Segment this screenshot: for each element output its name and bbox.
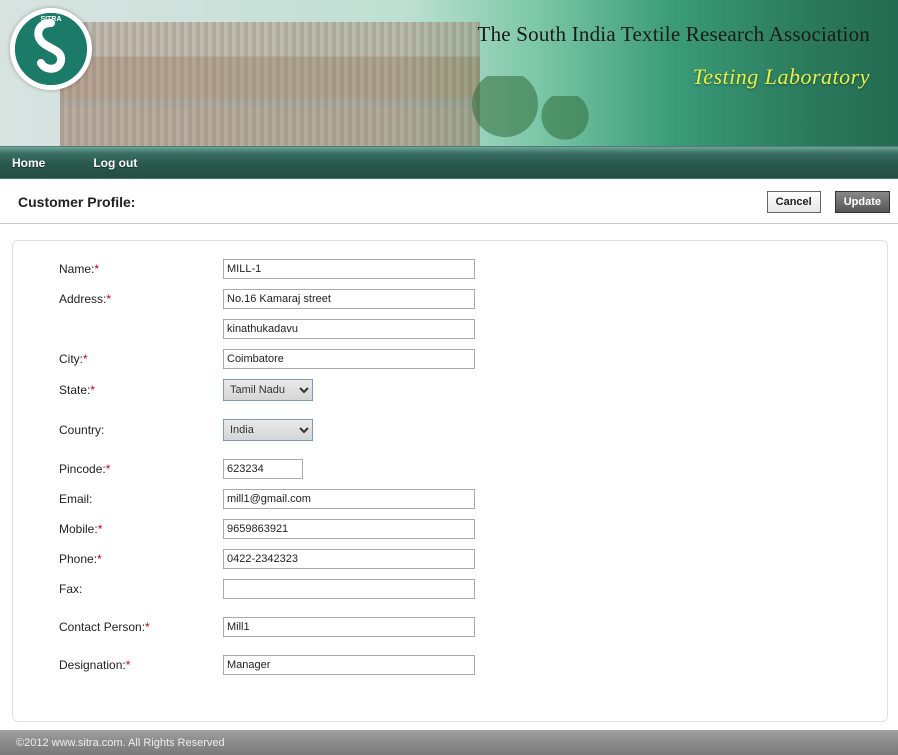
- mobile-field[interactable]: [223, 519, 475, 539]
- fax-field[interactable]: [223, 579, 475, 599]
- label-designation: Designation:*: [59, 658, 223, 672]
- name-field[interactable]: [223, 259, 475, 279]
- svg-text:SITRA: SITRA: [41, 16, 62, 23]
- label-country: Country:: [59, 423, 223, 437]
- phone-field[interactable]: [223, 549, 475, 569]
- nav-home[interactable]: Home: [12, 156, 45, 170]
- country-select[interactable]: India: [223, 419, 313, 441]
- org-title: The South India Textile Research Associa…: [478, 22, 870, 47]
- update-button[interactable]: Update: [835, 191, 890, 213]
- page-title: Customer Profile:: [18, 194, 135, 210]
- label-email: Email:: [59, 492, 223, 506]
- action-buttons: Cancel Update: [767, 191, 892, 213]
- label-pincode: Pincode:*: [59, 462, 223, 476]
- label-address: Address:*: [59, 292, 223, 306]
- page-title-bar: Customer Profile: Cancel Update: [0, 179, 898, 224]
- email-field[interactable]: [223, 489, 475, 509]
- cancel-button[interactable]: Cancel: [767, 191, 821, 213]
- city-field[interactable]: [223, 349, 475, 369]
- pincode-field[interactable]: [223, 459, 303, 479]
- label-phone: Phone:*: [59, 552, 223, 566]
- label-contact-person: Contact Person:*: [59, 620, 223, 634]
- profile-form: Name:* Address:* City:* State:* Tamil Na…: [12, 240, 888, 722]
- footer-text: ©2012 www.sitra.com. All Rights Reserved: [16, 737, 225, 749]
- org-subtitle: Testing Laboratory: [692, 64, 870, 90]
- label-mobile: Mobile:*: [59, 522, 223, 536]
- nav-logout[interactable]: Log out: [93, 156, 137, 170]
- building-graphic: [60, 22, 480, 146]
- state-select[interactable]: Tamil Nadu: [223, 379, 313, 401]
- address2-field[interactable]: [223, 319, 475, 339]
- label-name: Name:*: [59, 262, 223, 276]
- org-logo: SITRA: [10, 8, 92, 90]
- header-banner: SITRA The South India Textile Research A…: [0, 0, 898, 146]
- tree-graphic: [540, 96, 590, 146]
- label-fax: Fax:: [59, 582, 223, 596]
- tree-graphic: [470, 76, 540, 146]
- footer-bar: ©2012 www.sitra.com. All Rights Reserved: [0, 730, 898, 755]
- main-nav: Home Log out: [0, 146, 898, 179]
- designation-field[interactable]: [223, 655, 475, 675]
- label-city: City:*: [59, 352, 223, 366]
- contact-person-field[interactable]: [223, 617, 475, 637]
- address1-field[interactable]: [223, 289, 475, 309]
- label-state: State:*: [59, 383, 223, 397]
